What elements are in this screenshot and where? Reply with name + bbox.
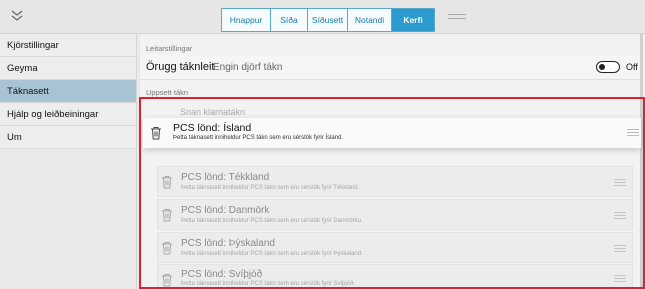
sidebar-item-hjalp[interactable]: Hjálp og leiðbeiningar (0, 103, 136, 126)
sidebar-item-geyma[interactable]: Geyma (0, 57, 136, 80)
section-label-search-settings: Leitarstillingar (146, 44, 193, 53)
safe-search-title: Örugg táknleit (146, 61, 215, 73)
tab-hnappur[interactable]: Hnappur (222, 9, 271, 31)
highlight-frame (139, 97, 645, 289)
toggle-knob (599, 63, 605, 70)
tab-notandi[interactable]: Notandi (348, 9, 392, 31)
sidebar-item-kjorstillingar[interactable]: Kjörstillingar (0, 34, 136, 57)
safe-search-toggle[interactable] (596, 61, 620, 73)
tab-sidusett[interactable]: Síðusett (308, 9, 348, 31)
tab-sida[interactable]: Síða (271, 9, 308, 31)
section-label-installed: Uppsett tákn (146, 88, 189, 97)
tab-kerfi[interactable]: Kerfi (392, 9, 434, 31)
toggle-state-label: Off (626, 62, 638, 72)
top-bar: Hnappur Síða Síðusett Notandi Kerfi (0, 0, 645, 34)
tab-bar: Hnappur Síða Síðusett Notandi Kerfi (221, 8, 435, 32)
sidebar: Kjörstillingar Geyma Táknasett Hjálp og … (0, 34, 137, 289)
drag-handle-icon[interactable] (448, 14, 466, 24)
sidebar-item-um[interactable]: Um (0, 126, 136, 149)
safe-search-row: Örugg táknleit Engin djörf tákn Off (140, 55, 640, 80)
chevrons-down-icon[interactable] (8, 8, 26, 26)
safe-search-description: Engin djörf tákn (213, 62, 283, 73)
sidebar-item-taknasett[interactable]: Táknasett (0, 80, 136, 103)
